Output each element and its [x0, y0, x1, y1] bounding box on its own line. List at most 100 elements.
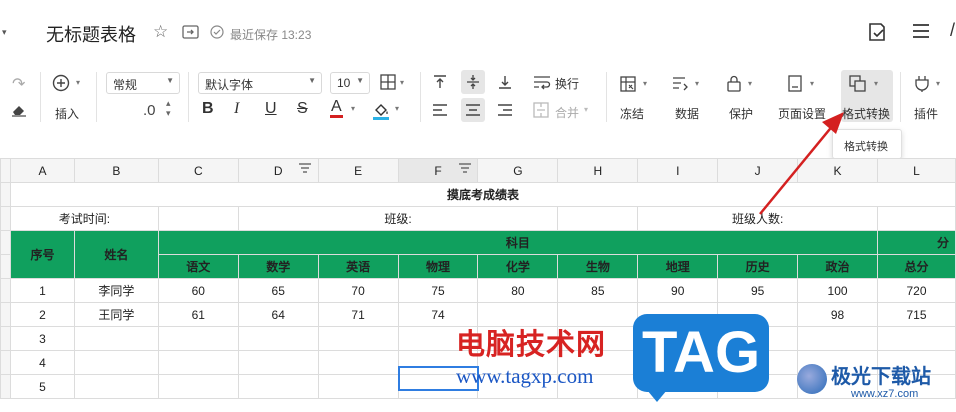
protect-label[interactable]: 保护: [729, 105, 753, 122]
cell[interactable]: 100: [797, 278, 878, 303]
fill-color-dropdown-icon[interactable]: ▾: [395, 104, 399, 113]
review-check-icon[interactable]: [866, 21, 888, 48]
subject-header[interactable]: 数学: [237, 254, 319, 279]
star-icon[interactable]: ☆: [153, 22, 168, 42]
cell[interactable]: 70: [317, 278, 399, 303]
cell[interactable]: 2: [9, 302, 75, 327]
merge-cells-icon[interactable]: [533, 102, 549, 121]
insert-dropdown-icon[interactable]: ▾: [76, 78, 80, 87]
borders-icon[interactable]: [380, 74, 396, 93]
cell[interactable]: [237, 326, 319, 351]
filter-icon[interactable]: [298, 162, 312, 177]
cell[interactable]: 1: [9, 278, 75, 303]
column-header[interactable]: I: [637, 158, 719, 183]
data-icon[interactable]: [672, 76, 690, 95]
cell[interactable]: 80: [477, 278, 559, 303]
cell[interactable]: [317, 350, 399, 375]
cell[interactable]: 5: [9, 374, 75, 399]
subject-header[interactable]: 地理: [637, 254, 719, 279]
underline-button[interactable]: U: [265, 100, 277, 118]
font-color-dropdown-icon[interactable]: ▾: [351, 104, 355, 113]
cell[interactable]: 65: [237, 278, 319, 303]
subject-header[interactable]: 总分: [877, 254, 956, 279]
cell[interactable]: [157, 350, 239, 375]
filter-icon[interactable]: [458, 162, 472, 177]
account-icon[interactable]: /: [950, 20, 955, 41]
name-header[interactable]: 姓名: [73, 230, 159, 279]
cell[interactable]: [317, 374, 399, 399]
row-header[interactable]: [0, 374, 11, 399]
seq-header[interactable]: 序号: [9, 230, 75, 279]
protect-dropdown-icon[interactable]: ▾: [748, 79, 752, 88]
insert-button-label[interactable]: 插入: [55, 105, 79, 122]
cell[interactable]: [157, 206, 239, 231]
freeze-dropdown-icon[interactable]: ▾: [643, 79, 647, 88]
align-left-icon[interactable]: [432, 103, 448, 120]
plugin-icon[interactable]: [914, 75, 930, 95]
move-to-folder-icon[interactable]: [182, 25, 199, 44]
format-convert-dropdown-icon[interactable]: ▾: [874, 79, 878, 88]
subject-header[interactable]: 化学: [477, 254, 559, 279]
cell[interactable]: 61: [157, 302, 239, 327]
subject-header[interactable]: 语文: [157, 254, 239, 279]
page-setup-icon[interactable]: [787, 75, 803, 95]
plugin-label[interactable]: 插件: [914, 105, 938, 122]
page-setup-label[interactable]: 页面设置: [778, 105, 826, 122]
data-dropdown-icon[interactable]: ▾: [695, 79, 699, 88]
wrap-text-icon[interactable]: [533, 74, 551, 93]
cell[interactable]: 王同学: [73, 302, 159, 327]
number-format-select[interactable]: 常规 ▼: [106, 72, 180, 94]
class-size-cell[interactable]: 班级人数:: [637, 206, 878, 231]
subject-header[interactable]: 生物: [557, 254, 639, 279]
cell[interactable]: 720: [877, 278, 956, 303]
eraser-icon[interactable]: [11, 103, 27, 120]
cell[interactable]: [157, 326, 239, 351]
menu-icon[interactable]: [912, 22, 930, 45]
subject-header[interactable]: 历史: [717, 254, 799, 279]
column-header[interactable]: K: [797, 158, 878, 183]
row-header[interactable]: [0, 254, 11, 279]
plugin-dropdown-icon[interactable]: ▾: [936, 79, 940, 88]
align-right-icon[interactable]: [497, 103, 513, 120]
align-bottom-icon[interactable]: [497, 74, 513, 93]
column-header[interactable]: J: [717, 158, 799, 183]
page-setup-dropdown-icon[interactable]: ▾: [810, 79, 814, 88]
column-header[interactable]: E: [317, 158, 399, 183]
subjects-header[interactable]: 科目: [157, 230, 879, 255]
cell[interactable]: 4: [9, 350, 75, 375]
cell[interactable]: [237, 350, 319, 375]
cell[interactable]: 60: [157, 278, 239, 303]
column-header[interactable]: A: [9, 158, 75, 183]
font-color-button[interactable]: A: [330, 99, 343, 118]
row-header[interactable]: [0, 230, 11, 255]
column-header[interactable]: B: [73, 158, 159, 183]
column-header[interactable]: G: [477, 158, 559, 183]
column-header[interactable]: L: [877, 158, 956, 183]
back-caret-icon[interactable]: ▾: [2, 27, 7, 38]
strikethrough-button[interactable]: S: [297, 100, 308, 118]
italic-button[interactable]: I: [234, 100, 239, 118]
score-header[interactable]: 分: [877, 230, 956, 255]
cell[interactable]: 98: [797, 302, 878, 327]
cell[interactable]: 3: [9, 326, 75, 351]
merge-dropdown-icon[interactable]: ▾: [584, 105, 588, 114]
freeze-label[interactable]: 冻结: [620, 105, 644, 122]
row-header[interactable]: [0, 278, 11, 303]
fill-color-icon[interactable]: [372, 101, 390, 124]
cell[interactable]: 李同学: [73, 278, 159, 303]
row-header[interactable]: [0, 326, 11, 351]
sheet-title-cell[interactable]: 摸底考成绩表: [9, 182, 956, 207]
row-header[interactable]: [0, 302, 11, 327]
decimal-places-label[interactable]: .0: [143, 102, 156, 119]
wrap-text-label[interactable]: 换行: [555, 75, 579, 92]
cell[interactable]: 85: [557, 278, 639, 303]
cell[interactable]: [317, 326, 399, 351]
subject-header[interactable]: 政治: [797, 254, 878, 279]
column-header[interactable]: H: [557, 158, 639, 183]
row-header[interactable]: [0, 350, 11, 375]
column-header[interactable]: C: [157, 158, 239, 183]
document-title[interactable]: 无标题表格: [46, 21, 136, 47]
cell[interactable]: 75: [397, 278, 479, 303]
cell[interactable]: [237, 374, 319, 399]
cell[interactable]: 95: [717, 278, 799, 303]
